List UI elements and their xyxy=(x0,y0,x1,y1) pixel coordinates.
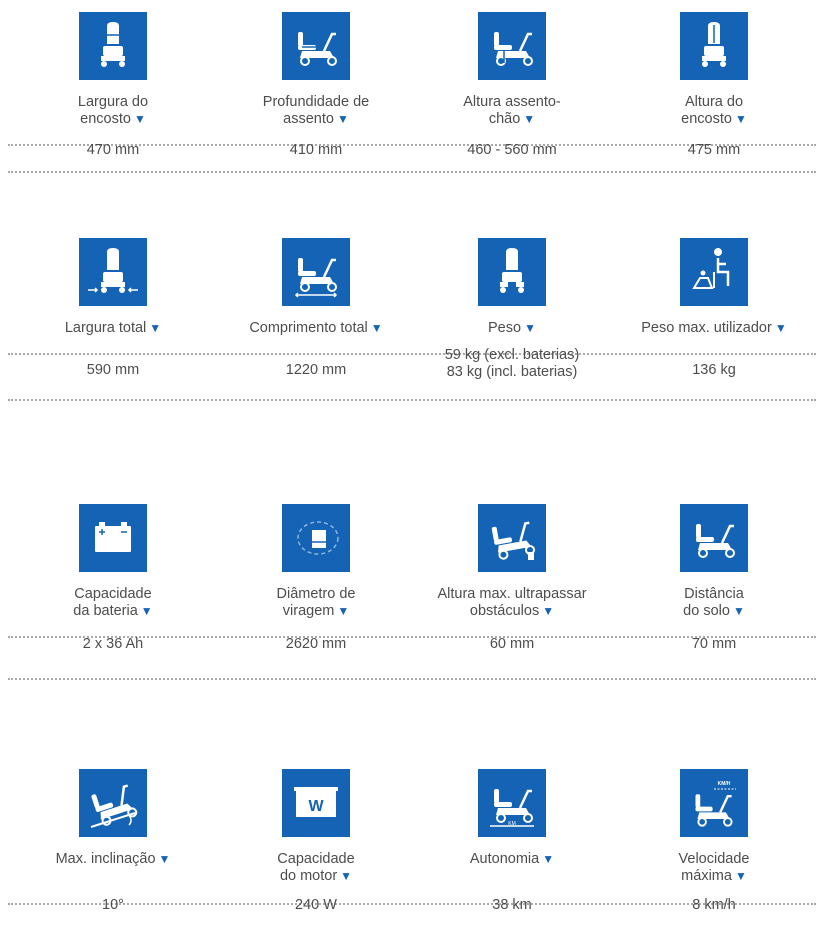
spec-value: 59 kg (excl. baterias) 83 kg (incl. bater… xyxy=(444,347,580,380)
spec-backrest-height: Altura do encosto ▼ 475 mm xyxy=(616,12,812,159)
battery-icon[interactable] xyxy=(79,504,147,572)
spec-value: 10° xyxy=(102,897,124,913)
expand-arrow-icon[interactable]: ▼ xyxy=(775,321,787,335)
spec-label: Peso max. utilizador ▼ xyxy=(641,320,787,336)
spec-backrest-width: Largura do encosto ▼ 470 mm xyxy=(15,12,211,159)
spec-max-incline: Max. inclinação ▼ 10° xyxy=(15,769,211,914)
max-user-weight-icon[interactable] xyxy=(680,238,748,306)
spec-label: Largura total ▼ xyxy=(64,320,162,336)
spec-label: Peso ▼ xyxy=(488,320,536,336)
spec-motor-capacity: W Capacidade do motor ▼ 240 W xyxy=(218,769,414,914)
range-icon-label: KM xyxy=(508,821,516,827)
spec-value: 240 W xyxy=(295,897,337,913)
spec-weight: Peso ▼ 59 kg (excl. baterias) 83 kg (incl.… xyxy=(414,238,610,381)
spec-value: 460 - 560 mm xyxy=(467,142,557,158)
spec-ground-clearance: Distância do solo ▼ 70 mm xyxy=(616,504,812,653)
backrest-width-icon[interactable] xyxy=(79,12,147,80)
expand-arrow-icon[interactable]: ▼ xyxy=(542,604,554,618)
total-length-icon[interactable] xyxy=(282,238,350,306)
expand-arrow-icon[interactable]: ▼ xyxy=(733,604,745,618)
spec-total-width: Largura total ▼ 590 mm xyxy=(15,238,211,379)
spec-value: 60 mm xyxy=(489,636,535,652)
spec-value: 470 mm xyxy=(86,142,140,158)
total-width-icon[interactable] xyxy=(79,238,147,306)
spec-label: Autonomia ▼ xyxy=(469,851,555,867)
turning-diameter-icon[interactable] xyxy=(282,504,350,572)
expand-arrow-icon[interactable]: ▼ xyxy=(542,852,554,866)
range-icon[interactable]: KM xyxy=(478,769,546,837)
expand-arrow-icon[interactable]: ▼ xyxy=(337,112,349,126)
seat-height-icon[interactable] xyxy=(478,12,546,80)
expand-arrow-icon[interactable]: ▼ xyxy=(134,112,146,126)
expand-arrow-icon[interactable]: ▼ xyxy=(340,869,352,883)
expand-arrow-icon[interactable]: ▼ xyxy=(149,321,161,335)
spec-label: Velocidade máxima ▼ xyxy=(678,851,750,884)
spec-total-length: Comprimento total ▼ 1220 mm xyxy=(218,238,414,379)
spec-label: Comprimento total ▼ xyxy=(249,320,383,336)
divider-row1-bottom xyxy=(8,171,816,173)
spec-value: 2620 mm xyxy=(285,636,347,652)
weight-icon[interactable] xyxy=(478,238,546,306)
spec-value: 590 mm xyxy=(86,362,140,378)
expand-arrow-icon[interactable]: ▼ xyxy=(735,869,747,883)
expand-arrow-icon[interactable]: ▼ xyxy=(735,112,747,126)
spec-max-speed: KM/H Velocidade máxima ▼ 8 km/h xyxy=(616,769,812,914)
obstacle-height-icon[interactable] xyxy=(478,504,546,572)
spec-value: 136 kg xyxy=(692,362,736,378)
spec-turning-diameter: Diâmetro de viragem ▼ 2620 mm xyxy=(218,504,414,653)
seat-depth-icon[interactable] xyxy=(282,12,350,80)
spec-range: KM Autonomia ▼ 38 km xyxy=(414,769,610,914)
spec-max-user-weight: Peso max. utilizador ▼ 136 kg xyxy=(616,238,812,379)
expand-arrow-icon[interactable]: ▼ xyxy=(371,321,383,335)
spec-label: Profundidade de assento ▼ xyxy=(262,94,370,127)
expand-arrow-icon[interactable]: ▼ xyxy=(524,321,536,335)
spec-label: Max. inclinação ▼ xyxy=(55,851,171,867)
spec-value: 410 mm xyxy=(289,142,343,158)
spec-value: 70 mm xyxy=(691,636,737,652)
spec-label: Altura assento-chão ▼ xyxy=(463,94,561,127)
spec-label: Capacidade da bateria ▼ xyxy=(73,586,153,619)
spec-value: 38 km xyxy=(492,897,532,913)
speed-icon-label: KM/H xyxy=(718,781,731,787)
spec-value: 8 km/h xyxy=(692,897,736,913)
spec-seat-height: Altura assento-chão ▼ 460 - 560 mm xyxy=(414,12,610,159)
spec-label: Largura do encosto ▼ xyxy=(77,94,149,127)
max-speed-icon[interactable]: KM/H xyxy=(680,769,748,837)
spec-battery-capacity: Capacidade da bateria ▼ 2 x 36 Ah xyxy=(15,504,211,653)
motor-capacity-icon[interactable]: W xyxy=(282,769,350,837)
spec-label: Altura do encosto ▼ xyxy=(681,94,747,127)
divider-row2-bottom xyxy=(8,399,816,401)
expand-arrow-icon[interactable]: ▼ xyxy=(337,604,349,618)
ground-clearance-icon[interactable] xyxy=(680,504,748,572)
motor-icon-label: W xyxy=(308,798,324,815)
spec-obstacle-height: Altura max. ultrapassar obstáculos ▼ 60 mm xyxy=(414,504,610,653)
spec-value: 1220 mm xyxy=(285,362,347,378)
expand-arrow-icon[interactable]: ▼ xyxy=(523,112,535,126)
spec-label: Diâmetro de viragem ▼ xyxy=(276,586,356,619)
spec-label: Altura max. ultrapassar obstáculos ▼ xyxy=(437,586,587,619)
expand-arrow-icon[interactable]: ▼ xyxy=(159,852,171,866)
spec-label: Capacidade do motor ▼ xyxy=(277,851,355,884)
spec-label: Distância do solo ▼ xyxy=(683,586,745,619)
divider-row3-bottom xyxy=(8,678,816,680)
spec-value: 2 x 36 Ah xyxy=(82,636,144,652)
max-incline-icon[interactable] xyxy=(79,769,147,837)
expand-arrow-icon[interactable]: ▼ xyxy=(141,604,153,618)
spec-value: 475 mm xyxy=(687,142,741,158)
spec-seat-depth: Profundidade de assento ▼ 410 mm xyxy=(218,12,414,159)
backrest-height-icon[interactable] xyxy=(680,12,748,80)
